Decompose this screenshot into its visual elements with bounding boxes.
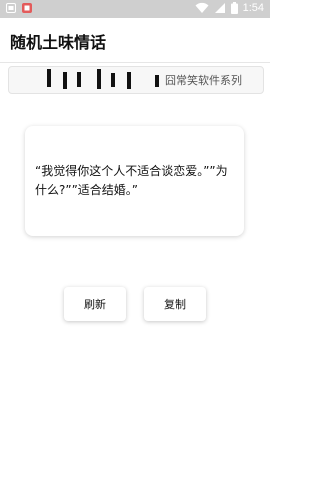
status-bar: 1:54 (0, 0, 270, 18)
quote-text: “我觉得你这个人不适合谈恋爱。””为什么?””适合结婚。” (35, 164, 228, 197)
marquee-banner: 囧常笑软件系列 (8, 66, 264, 94)
app-title: 随机土味情话 (10, 33, 107, 52)
copy-button[interactable]: 复制 (144, 287, 206, 321)
app-icon (22, 3, 32, 13)
quote-card: “我觉得你这个人不适合谈恋爱。””为什么?””适合结婚。” (25, 126, 244, 236)
signal-icon (214, 3, 225, 13)
notification-icon (6, 3, 16, 13)
app-bar: 随机土味情话 (0, 18, 270, 63)
status-left (6, 3, 32, 13)
battery-icon (230, 2, 238, 14)
status-time: 1:54 (242, 2, 264, 14)
wifi-icon (195, 2, 209, 14)
marquee-glyph-fragments (47, 69, 159, 89)
marquee-text: 囧常笑软件系列 (165, 74, 242, 87)
refresh-button[interactable]: 刷新 (64, 287, 126, 321)
status-right: 1:54 (195, 2, 264, 14)
